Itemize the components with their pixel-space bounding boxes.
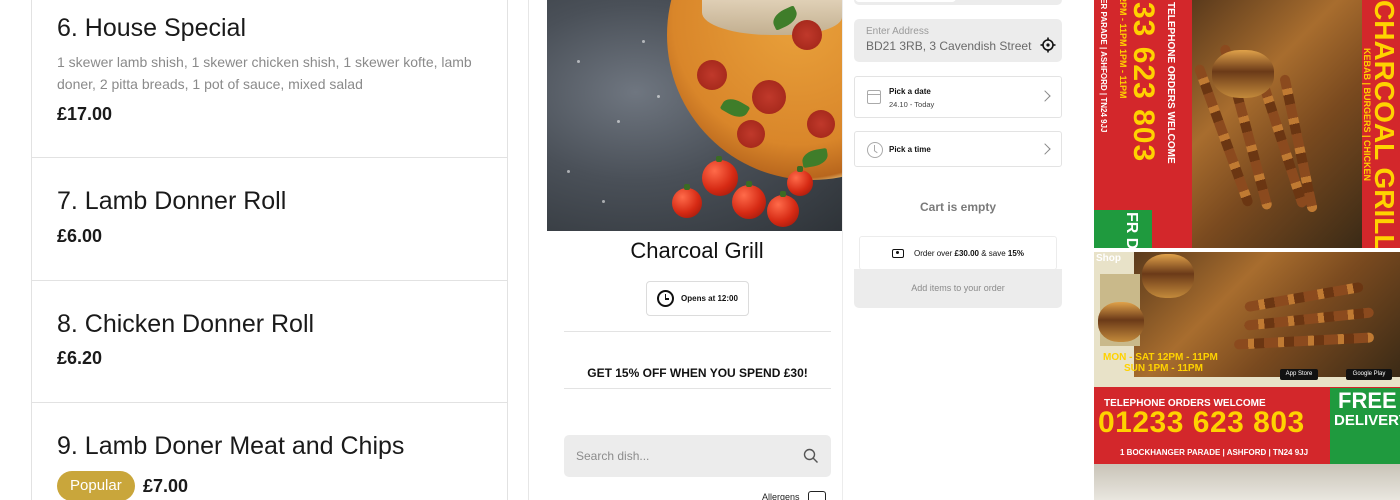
- address-label: Enter Address: [866, 26, 929, 37]
- menu-item-price: £6.20: [57, 348, 103, 368]
- allergens-link[interactable]: Allergens: [762, 492, 800, 500]
- checkout-button[interactable]: Add items to your order: [854, 269, 1062, 308]
- allergen-icon[interactable]: [808, 491, 826, 500]
- flyer-image-top: 33 623 803 TELEPHONE ORDERS WELCOME 12PM…: [1094, 0, 1400, 248]
- flyer-image-bottom: Shop MON - SAT 12PM - 11PM SUN 1PM - 11P…: [1094, 252, 1400, 500]
- flyer-phone: 33 623 803: [1127, 2, 1160, 163]
- offer-banner: Order over £30.00 & save 15%: [859, 236, 1057, 270]
- flyer-hours: 12PM - 11PM 1PM - 11PM: [1118, 0, 1128, 99]
- clock-icon: [657, 290, 675, 307]
- opening-hours-text: Opens at 12:00: [681, 294, 738, 303]
- store-badge: App Store: [1280, 369, 1318, 380]
- menu-item-chicken-donner-roll[interactable]: 8. Chicken Donner Roll £6.20: [31, 281, 508, 403]
- menu-item-title: 7. Lamb Donner Roll: [57, 187, 287, 215]
- menu-item-house-special[interactable]: 6. House Special 1 skewer lamb shish, 1 …: [31, 0, 508, 158]
- divider: [564, 388, 831, 389]
- address-field[interactable]: Enter Address BD21 3RB, 3 Cavendish Stre…: [854, 19, 1062, 62]
- menu-item-title: 6. House Special: [57, 14, 247, 42]
- dish-search[interactable]: [564, 435, 831, 477]
- chevron-right-icon: [1039, 143, 1051, 155]
- menu-list: 6. House Special 1 skewer lamb shish, 1 …: [0, 0, 529, 500]
- flyer-free: FREE: [1338, 388, 1397, 413]
- crosshair-icon[interactable]: [1040, 37, 1056, 53]
- pick-date-title: Pick a date: [889, 87, 931, 96]
- column-divider: [528, 0, 529, 500]
- ticket-icon: [892, 248, 905, 258]
- column-divider: [842, 0, 843, 500]
- flyer-hours-weekday: MON - SAT 12PM - 11PM: [1103, 352, 1218, 363]
- flyer-corner-text: Shop: [1096, 253, 1121, 264]
- pick-time-title: Pick a time: [889, 145, 931, 154]
- opening-hours-pill[interactable]: Opens at 12:00: [646, 281, 749, 316]
- menu-item-price: £6.00: [57, 226, 103, 246]
- menu-item-title: 9. Lamb Doner Meat and Chips: [57, 432, 405, 460]
- search-icon[interactable]: [803, 448, 819, 464]
- search-input[interactable]: [576, 435, 796, 477]
- pick-date-value: 24.10 - Today: [889, 100, 935, 109]
- flyer-delivery: FR DEL: [1123, 212, 1140, 248]
- clock-icon: [867, 142, 883, 158]
- menu-item-title: 8. Chicken Donner Roll: [57, 310, 315, 338]
- calendar-icon: [867, 90, 881, 104]
- restaurant-hero-image: [547, 0, 842, 231]
- divider: [564, 331, 831, 332]
- menu-item-lamb-doner-meat-chips[interactable]: 9. Lamb Doner Meat and Chips Popular £7.…: [31, 403, 508, 500]
- flyer-address: 1 BOCKHANGER PARADE | ASHFORD | TN24 9JJ: [1120, 448, 1309, 457]
- address-value[interactable]: BD21 3RB, 3 Cavendish Street: [866, 39, 1031, 53]
- store-badge: Google Play: [1346, 369, 1392, 380]
- offer-text: Order over £30.00 & save 15%: [914, 248, 1024, 258]
- flyer-delivery: DELIVERY: [1334, 412, 1400, 429]
- order-type-option-active[interactable]: [854, 0, 957, 3]
- chevron-right-icon: [1039, 90, 1051, 102]
- promo-banner: GET 15% OFF WHEN YOU SPEND £30!: [587, 366, 808, 380]
- flyer-address: GER PARADE | ASHFORD | TN24 9JJ: [1099, 0, 1108, 133]
- flyer-hours-sunday: SUN 1PM - 11PM: [1124, 363, 1203, 374]
- pick-date-button[interactable]: Pick a date 24.10 - Today: [854, 76, 1062, 118]
- cart-status: Cart is empty: [919, 200, 997, 214]
- flyer-brand: CHARCOAL GRILL: [1369, 0, 1400, 248]
- flyer-phone: 01233 623 803: [1098, 406, 1305, 439]
- menu-item-price: £7.00: [143, 476, 189, 496]
- menu-item-price: £17.00: [57, 104, 113, 124]
- menu-item-lamb-donner-roll[interactable]: 7. Lamb Donner Roll £6.00: [31, 158, 508, 281]
- pick-time-button[interactable]: Pick a time: [854, 131, 1062, 167]
- restaurant-name: Charcoal Grill: [630, 238, 764, 263]
- flyer-welcome: TELEPHONE ORDERS WELCOME: [1165, 2, 1176, 164]
- menu-item-description: 1 skewer lamb shish, 1 skewer chicken sh…: [57, 54, 472, 92]
- popular-badge: Popular: [57, 471, 135, 500]
